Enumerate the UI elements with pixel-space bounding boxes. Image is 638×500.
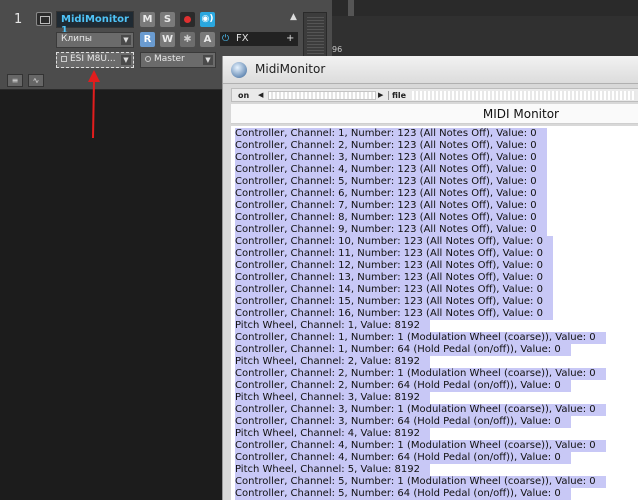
midimonitor-window: MidiMonitor on ◀ ▶ file MIDI Monitor Con… — [222, 56, 638, 500]
log-line: Pitch Wheel, Channel: 5, Value: 8192 — [235, 464, 430, 476]
log-line: Controller, Channel: 5, Number: 123 (All… — [235, 176, 547, 188]
log-line: Controller, Channel: 5, Number: 1 (Modul… — [235, 476, 606, 488]
log-line: Controller, Channel: 1, Number: 123 (All… — [235, 128, 547, 140]
plugin-globe-icon — [231, 62, 247, 78]
arrange-top-strip — [332, 0, 638, 16]
track-number: 1 — [14, 12, 23, 27]
input-dropdown-label: ESI M8U... — [70, 54, 116, 64]
add-fx-button[interactable]: + — [286, 32, 294, 46]
input-port-icon — [61, 55, 67, 62]
track-name-field[interactable]: MidiMonitor 1 — [56, 11, 134, 36]
log-line: Controller, Channel: 11, Number: 123 (Al… — [235, 248, 553, 260]
power-icon[interactable]: ⏻ — [222, 33, 229, 45]
arrange-divider — [348, 0, 354, 16]
log-line: Pitch Wheel, Channel: 1, Value: 8192 — [235, 320, 430, 332]
log-line: Controller, Channel: 16, Number: 123 (Al… — [235, 308, 553, 320]
monitor-header: MIDI Monitor — [231, 104, 638, 124]
record-arm-button[interactable] — [180, 12, 195, 27]
log-line: Controller, Channel: 15, Number: 123 (Al… — [235, 296, 553, 308]
clips-dropdown-label: Клипы — [61, 34, 92, 44]
red-annotation-arrow-icon — [88, 70, 100, 139]
log-line: Controller, Channel: 2, Number: 123 (All… — [235, 140, 547, 152]
archive-button[interactable]: A — [200, 32, 215, 47]
output-dropdown[interactable]: Master ▼ — [140, 52, 216, 68]
plugin-toolbar: on ◀ ▶ file — [231, 88, 638, 102]
log-line: Controller, Channel: 13, Number: 123 (Al… — [235, 272, 553, 284]
log-line: Controller, Channel: 1, Number: 1 (Modul… — [235, 332, 606, 344]
log-line: Controller, Channel: 7, Number: 123 (All… — [235, 200, 547, 212]
log-line: Pitch Wheel, Channel: 2, Value: 8192 — [235, 356, 430, 368]
freeze-button[interactable]: ✱ — [180, 32, 195, 47]
monitor-button[interactable]: ◉) — [200, 12, 215, 27]
log-line: Controller, Channel: 12, Number: 123 (Al… — [235, 260, 553, 272]
automation-curve-icon[interactable]: ∿ — [28, 74, 44, 87]
preset-prev-icon[interactable]: ◀ — [258, 90, 266, 101]
monitor-title: MIDI Monitor — [482, 107, 559, 121]
log-line: Controller, Channel: 3, Number: 123 (All… — [235, 152, 547, 164]
file-button[interactable]: file — [392, 90, 406, 101]
preset-next-icon[interactable]: ▶ — [378, 90, 386, 101]
instrument-track-icon — [36, 12, 52, 26]
chevron-down-icon: ▼ — [203, 55, 213, 65]
window-titlebar[interactable]: MidiMonitor — [223, 56, 638, 84]
log-line: Controller, Channel: 4, Number: 64 (Hold… — [235, 452, 571, 464]
preset-name-field[interactable] — [268, 91, 376, 100]
ruler-number: 96 — [332, 45, 343, 54]
log-line: Controller, Channel: 14, Number: 123 (Al… — [235, 284, 553, 296]
write-automation-button[interactable]: W — [160, 32, 175, 47]
input-dropdown[interactable]: ESI M8U... ▼ — [56, 52, 134, 68]
toolbar-divider — [388, 91, 389, 100]
solo-button[interactable]: S — [160, 12, 175, 27]
log-line: Controller, Channel: 5, Number: 64 (Hold… — [235, 488, 571, 500]
log-line: Controller, Channel: 3, Number: 64 (Hold… — [235, 416, 571, 428]
log-line: Controller, Channel: 3, Number: 1 (Modul… — [235, 404, 606, 416]
log-line: Controller, Channel: 9, Number: 123 (All… — [235, 224, 547, 236]
midi-log[interactable]: Controller, Channel: 1, Number: 123 (All… — [231, 126, 638, 500]
output-dropdown-label: Master — [154, 54, 185, 64]
mute-button[interactable]: M — [140, 12, 155, 27]
log-line: Controller, Channel: 4, Number: 123 (All… — [235, 164, 547, 176]
clips-dropdown[interactable]: Клипы ▼ — [56, 32, 134, 48]
arrange-area — [332, 16, 638, 56]
chevron-down-icon: ▼ — [121, 55, 131, 65]
log-line: Controller, Channel: 10, Number: 123 (Al… — [235, 236, 553, 248]
toolbar-empty-area — [412, 91, 636, 100]
log-line: Controller, Channel: 6, Number: 123 (All… — [235, 188, 547, 200]
log-line: Pitch Wheel, Channel: 4, Value: 8192 — [235, 428, 430, 440]
collapse-up-icon[interactable]: ▲ — [290, 12, 297, 22]
level-meter — [303, 12, 327, 60]
window-title: MidiMonitor — [255, 62, 326, 76]
log-line: Controller, Channel: 8, Number: 123 (All… — [235, 212, 547, 224]
chevron-down-icon: ▼ — [121, 35, 131, 45]
read-automation-button[interactable]: R — [140, 32, 155, 47]
output-port-icon — [145, 55, 151, 62]
log-line: Pitch Wheel, Channel: 3, Value: 8192 — [235, 392, 430, 404]
log-line: Controller, Channel: 2, Number: 64 (Hold… — [235, 380, 571, 392]
track-list-icon[interactable]: ≡ — [7, 74, 23, 87]
log-line: Controller, Channel: 2, Number: 1 (Modul… — [235, 368, 606, 380]
log-line: Controller, Channel: 1, Number: 64 (Hold… — [235, 344, 571, 356]
on-button[interactable]: on — [238, 90, 249, 101]
log-line: Controller, Channel: 4, Number: 1 (Modul… — [235, 440, 606, 452]
daw-screen: 1 MidiMonitor 1 M S ◉) ▲ Клипы ▼ R W ✱ A… — [0, 0, 638, 500]
